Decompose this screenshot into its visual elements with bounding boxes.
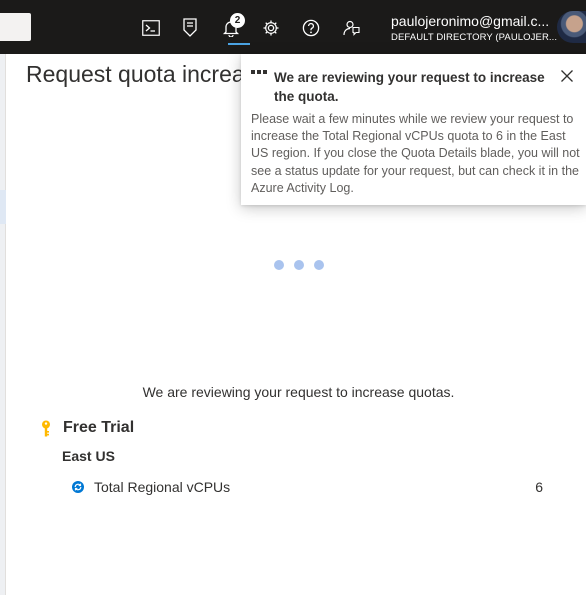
quota-value: 6 [535,479,543,495]
directory-filter-icon[interactable] [176,14,204,42]
account-email: paulojeronimo@gmail.c... [391,13,550,29]
quota-name: Total Regional vCPUs [94,479,231,495]
account-directory: DEFAULT DIRECTORY (PAULOJER... [391,32,558,43]
close-icon[interactable] [559,68,575,84]
loading-indicator [274,260,326,270]
status-message: We are reviewing your request to increas… [142,384,455,400]
avatar[interactable] [557,11,586,43]
toast-title: We are reviewing your request to increas… [274,70,545,104]
notification-toast: We are reviewing your request to increas… [241,54,586,205]
key-icon [38,419,54,437]
sync-icon [72,480,84,493]
page-title: Request quota increase [26,61,269,87]
account-menu[interactable]: paulojeronimo@gmail.c... DEFAULT DIRECTO… [391,12,559,45]
cloud-shell-icon[interactable] [137,14,165,42]
subscription-name: Free Trial [63,419,135,436]
search-box[interactable] [0,13,31,41]
loading-dot [314,260,324,270]
toast-body: Please wait a few minutes while we revie… [251,112,580,195]
in-progress-icon [251,70,267,74]
settings-icon[interactable] [257,14,285,42]
loading-dot [274,260,284,270]
notification-count-badge: 2 [230,13,245,28]
subscription-header: Free Trial [38,418,134,438]
quota-row: Total Regional vCPUs 6 [72,478,552,496]
help-icon[interactable] [297,14,325,42]
feedback-icon[interactable] [337,14,365,42]
active-indicator [228,43,250,45]
region-name: East US [62,448,115,464]
top-bar: 2 paulojeronimo@gmail.c... DEFAULT DIREC… [0,0,586,54]
loading-dot [294,260,304,270]
